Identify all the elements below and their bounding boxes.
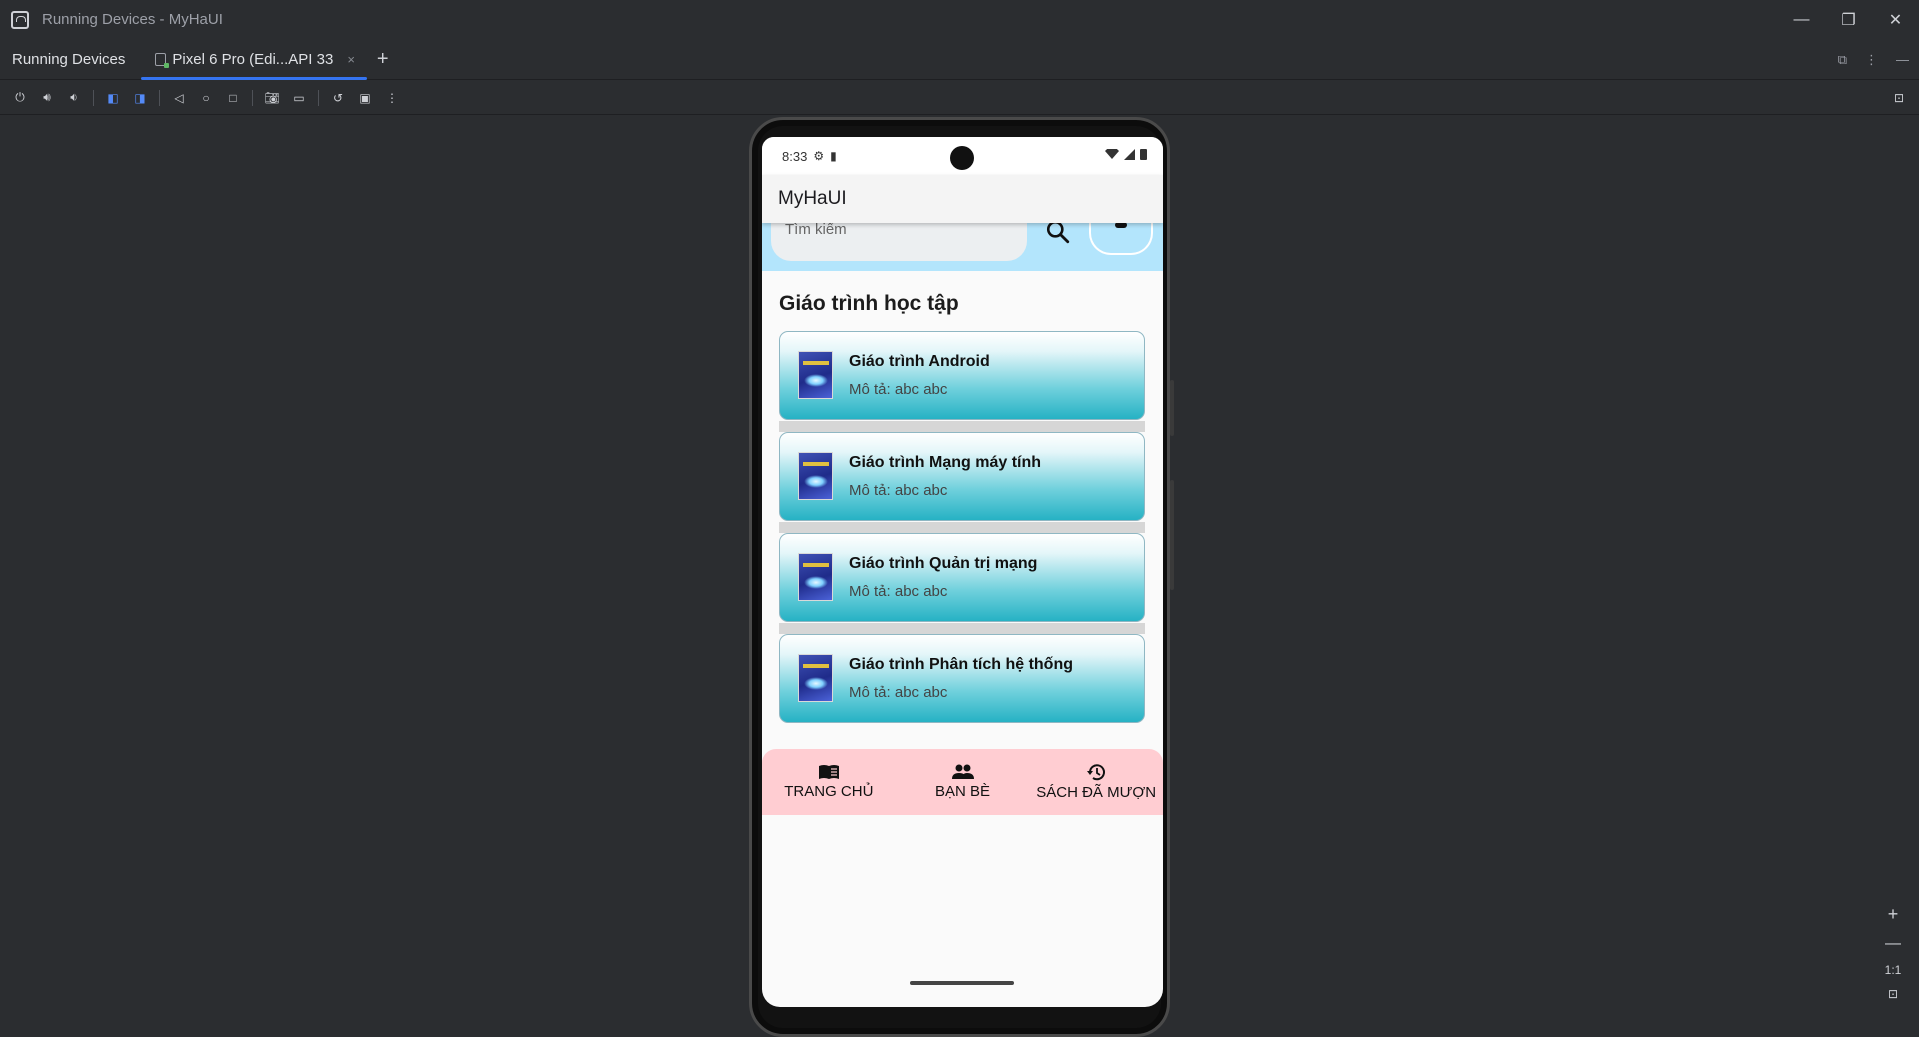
extended-controls-icon[interactable]: ⊡ — [1891, 90, 1907, 106]
nav-item-ban-be[interactable]: BẠN BÈ — [896, 749, 1030, 815]
bottom-navigation: TRANG CHỦ BẠN BÈ SÁCH ĐÃ MƯỢN — [762, 749, 1163, 815]
app-title: MyHaUI — [778, 188, 847, 209]
section-title: Giáo trình học tập — [779, 292, 959, 315]
toolbar-divider — [93, 89, 94, 106]
status-icons — [1105, 149, 1147, 160]
tool-window-title: Running Devices — [12, 50, 126, 68]
rotate-right-icon[interactable]: ◨ — [132, 90, 148, 106]
back-icon[interactable]: ◁ — [171, 90, 187, 106]
more-actions-icon[interactable]: ⋮ — [384, 90, 400, 106]
more-options-icon[interactable]: ⋮ — [1865, 52, 1878, 68]
nav-label: TRANG CHỦ — [784, 783, 874, 800]
history-icon — [1087, 764, 1106, 781]
home-icon[interactable]: ○ — [198, 90, 214, 106]
book-list: Giáo trình Android Mô tả: abc abc Giáo t… — [779, 331, 1145, 735]
emulator-toolbar: ⏻ 🔊︎ 🔉︎ ◧ ◨ ◁ ○ □ 📷︎ ▭ ↺ ▣ ⋮ ⊡ — [0, 81, 1919, 115]
tool-window-actions: ⧉ ⋮ — — [1838, 39, 1909, 80]
nav-label: SÁCH ĐÃ MƯỢN — [1036, 784, 1157, 801]
android-studio-icon — [11, 10, 29, 29]
tab-close-icon[interactable]: × — [347, 52, 355, 67]
volume-up-icon[interactable]: 🔊︎ — [39, 90, 55, 106]
screenshot-icon[interactable]: 📷︎ — [264, 90, 280, 106]
phone-frame: 8:33 ⚙ ▮ MyHaUI Tìm kiếm Giáo trình học … — [749, 117, 1174, 1037]
book-title: Giáo trình Mạng máy tính — [849, 454, 1042, 471]
tool-window-tabbar: Running Devices Pixel 6 Pro (Edi...API 3… — [0, 39, 1919, 80]
book-title: Giáo trình Android — [849, 353, 990, 370]
title-bar: Running Devices - MyHaUI — ❐ ✕ — [0, 0, 1919, 39]
search-band: Tìm kiếm — [762, 217, 1163, 271]
window-controls: — ❐ ✕ — [1778, 0, 1919, 39]
tab-pixel-6-pro[interactable]: Pixel 6 Pro (Edi...API 33 × — [141, 39, 367, 80]
overview-icon[interactable]: □ — [225, 90, 241, 106]
book-icon — [818, 765, 839, 779]
book-description: Mô tả: abc abc — [849, 684, 948, 701]
device-icon — [155, 52, 170, 68]
nav-label: BẠN BÈ — [934, 783, 991, 800]
book-description: Mô tả: abc abc — [849, 583, 948, 600]
volume-rocker — [1170, 480, 1174, 590]
toolbar-divider — [318, 89, 319, 106]
fit-screen-icon[interactable]: ⊡ — [1888, 987, 1898, 1001]
volume-down-icon[interactable]: 🔉︎ — [66, 90, 82, 106]
book-title: Giáo trình Quản trị mạng — [849, 555, 1038, 572]
battery-icon — [1140, 149, 1147, 160]
book-cover-image — [798, 553, 833, 601]
wifi-icon — [1105, 149, 1119, 159]
power-icon[interactable]: ⏻ — [12, 90, 28, 106]
search-placeholder: Tìm kiếm — [785, 223, 847, 238]
book-cover-image — [798, 351, 833, 399]
signal-icon — [1124, 149, 1135, 160]
list-divider — [779, 522, 1145, 533]
snapshot-icon[interactable]: ↺ — [330, 90, 346, 106]
side-button — [1170, 380, 1174, 436]
zoom-controls: + — 1:1 ⊡ — [1881, 904, 1905, 1010]
book-title: Giáo trình Phân tích hệ thống — [849, 656, 1073, 673]
close-icon[interactable]: ✕ — [1872, 0, 1919, 39]
display-settings-icon[interactable]: ▣ — [357, 90, 373, 106]
add-tab-button[interactable]: + — [377, 48, 389, 71]
search-input[interactable]: Tìm kiếm — [771, 223, 1027, 261]
rotate-left-icon[interactable]: ◧ — [105, 90, 121, 106]
nav-item-sach-da-muon[interactable]: SÁCH ĐÃ MƯỢN — [1029, 749, 1163, 815]
list-divider — [779, 421, 1145, 432]
front-camera — [950, 146, 974, 170]
gesture-home-bar[interactable] — [910, 981, 1014, 985]
book-card[interactable]: Giáo trình Phân tích hệ thống Mô tả: abc… — [779, 634, 1145, 723]
restore-icon[interactable]: ❐ — [1825, 0, 1872, 39]
book-cover-image — [798, 654, 833, 702]
app-bar: MyHaUI — [762, 175, 1163, 223]
book-description: Mô tả: abc abc — [849, 482, 948, 499]
book-card[interactable]: Giáo trình Android Mô tả: abc abc — [779, 331, 1145, 432]
screen-record-icon[interactable]: ▭ — [291, 90, 307, 106]
book-description: Mô tả: abc abc — [849, 381, 948, 398]
zoom-out-icon[interactable]: — — [1885, 935, 1901, 953]
status-time: 8:33 — [782, 148, 808, 164]
list-divider — [779, 623, 1145, 634]
book-card[interactable]: Giáo trình Mạng máy tính Mô tả: abc abc — [779, 432, 1145, 533]
sd-card-icon: ▮ — [830, 149, 837, 163]
book-cover-image — [798, 452, 833, 500]
hide-panel-icon[interactable]: — — [1896, 52, 1909, 67]
detach-icon[interactable]: ⧉ — [1838, 52, 1847, 68]
device-screen[interactable]: 8:33 ⚙ ▮ MyHaUI Tìm kiếm Giáo trình học … — [762, 137, 1163, 1007]
tab-label: Pixel 6 Pro (Edi...API 33 — [172, 50, 334, 68]
minimize-icon[interactable]: — — [1778, 0, 1825, 39]
toolbar-divider — [252, 89, 253, 106]
people-icon — [951, 764, 974, 779]
settings-icon: ⚙ — [813, 149, 825, 163]
zoom-in-icon[interactable]: + — [1888, 904, 1899, 925]
book-card[interactable]: Giáo trình Quản trị mạng Mô tả: abc abc — [779, 533, 1145, 634]
zoom-one-to-one[interactable]: 1:1 — [1885, 963, 1902, 977]
window-title: Running Devices - MyHaUI — [42, 11, 223, 28]
nav-item-trang-chu[interactable]: TRANG CHỦ — [762, 749, 896, 815]
toolbar-divider — [159, 89, 160, 106]
